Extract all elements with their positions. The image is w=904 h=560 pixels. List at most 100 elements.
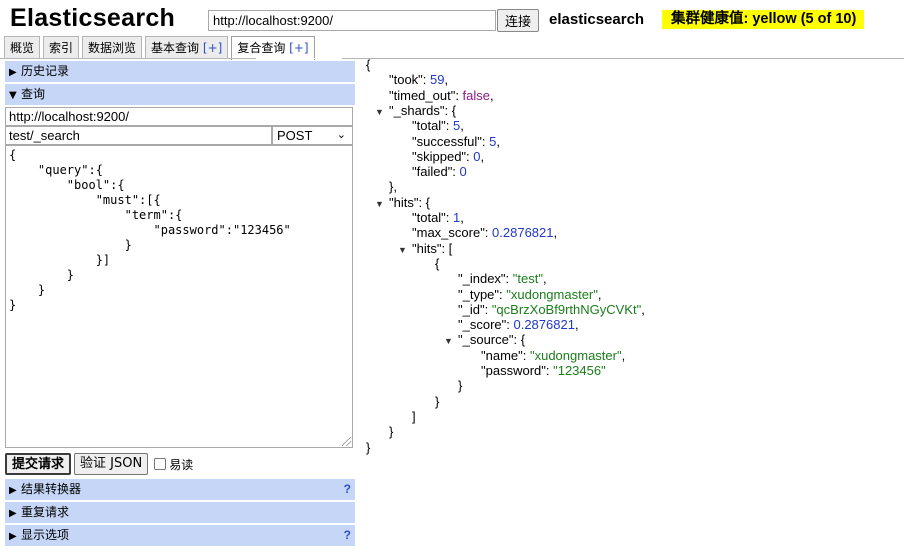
query-body-line: }]: [9, 253, 111, 267]
fold-toggle-icon[interactable]: ▼: [375, 105, 389, 120]
tab-plus[interactable]: [+]: [289, 41, 308, 55]
query-body-line: "query":{: [9, 163, 103, 177]
tab-indices[interactable]: 索引: [43, 36, 80, 59]
help-icon[interactable]: ?: [344, 525, 351, 546]
json-key: "successful":: [412, 133, 490, 149]
json-key: ,: [542, 271, 547, 287]
json-line: "total": 1,: [412, 210, 464, 225]
json-key: ,: [553, 225, 558, 241]
tab-browser[interactable]: 数据浏览: [82, 36, 143, 59]
tab-plus[interactable]: [+]: [203, 41, 222, 55]
json-line: "_index": "test",: [458, 271, 547, 286]
json-line: ▼ "hits": [: [398, 241, 452, 258]
query-body-line: }: [9, 238, 132, 252]
json-line: },: [389, 179, 397, 194]
section-label: 历史记录: [21, 64, 70, 78]
json-key: ,: [444, 72, 449, 88]
tab-label: 复合查询: [237, 41, 286, 55]
json-line: "password": "123456": [481, 363, 606, 378]
json-key: "timed_out":: [389, 87, 463, 103]
query-body-lines: { "query":{ "bool":{ "must":[{ "term":{ …: [9, 148, 349, 313]
json-line: "failed": 0: [412, 164, 467, 179]
json-key: {: [435, 255, 440, 271]
json-key: "hits": [: [412, 240, 453, 256]
tab-label: 基本查询: [151, 41, 200, 55]
tab-basic-query[interactable]: 基本查询 [+]: [145, 36, 229, 59]
connection-url-input[interactable]: [208, 10, 496, 31]
json-key: "failed":: [412, 164, 460, 180]
tab-bar: 概览 索引 数据浏览 基本查询 [+] 复合查询 [+]: [4, 36, 318, 60]
query-actions: 提交请求 验证 JSON 易读: [5, 453, 193, 475]
tab-label: 数据浏览: [88, 41, 137, 55]
help-icon[interactable]: ?: [344, 479, 351, 500]
json-key: ,: [496, 133, 501, 149]
json-key: ,: [574, 317, 579, 333]
json-key: "name":: [481, 347, 530, 363]
fold-toggle-icon[interactable]: ▼: [375, 197, 389, 212]
json-value: "xudongmaster": [529, 347, 622, 363]
json-value: 0: [459, 164, 467, 180]
json-key: "skipped":: [412, 148, 474, 164]
json-key: ,: [480, 148, 485, 164]
query-body-textarea[interactable]: { "query":{ "bool":{ "must":[{ "term":{ …: [5, 145, 353, 448]
section-label: 显示选项: [21, 528, 70, 542]
json-line: "timed_out": false,: [389, 88, 494, 103]
query-body-line: "term":{: [9, 208, 183, 222]
query-body-line: }: [9, 268, 75, 282]
query-body-line: "bool":{: [9, 178, 125, 192]
query-section-header[interactable]: ▼ 查询: [5, 84, 355, 105]
resize-handle[interactable]: [342, 437, 351, 446]
display-options-section-header[interactable]: ▶ 显示选项 ?: [5, 525, 355, 546]
tab-compound-query[interactable]: 复合查询 [+]: [231, 36, 315, 60]
json-line: "_score": 0.2876821,: [458, 317, 579, 332]
json-key: ,: [460, 210, 464, 225]
json-line: "skipped": 0,: [412, 149, 484, 164]
triangle-down-icon: ▼: [9, 90, 17, 101]
json-line: {: [366, 57, 370, 72]
json-line: }: [389, 424, 393, 439]
tab-overview[interactable]: 概览: [4, 36, 41, 59]
tab-label: 索引: [49, 41, 74, 55]
json-line: }: [458, 378, 462, 393]
pretty-checkbox[interactable]: [154, 458, 167, 470]
submit-request-button[interactable]: 提交请求: [5, 453, 72, 475]
connect-button[interactable]: 连接: [497, 9, 539, 32]
method-value: POST: [277, 128, 313, 143]
json-value: 0.2876821: [492, 225, 554, 241]
json-value: "xudongmaster": [506, 286, 598, 302]
fold-toggle-icon[interactable]: ▼: [398, 243, 412, 258]
json-key: "total":: [412, 118, 454, 134]
json-key: "max_score":: [412, 225, 493, 241]
request-path-field[interactable]: test/_search: [5, 126, 272, 145]
history-section-header[interactable]: ▶ 历史记录: [5, 61, 355, 82]
cluster-name: elasticsearch: [549, 11, 645, 28]
json-line: ]: [412, 409, 416, 424]
json-line: "_id": "qcBrzXoBf9rthNGyCVKt",: [458, 302, 645, 317]
json-line: "took": 59,: [389, 72, 448, 87]
tab-label: 概览: [10, 41, 35, 55]
json-line: {: [435, 256, 439, 271]
transformer-section-header[interactable]: ▶ 结果转换器 ?: [5, 479, 355, 500]
method-select[interactable]: POST ⌄: [272, 126, 353, 145]
json-key: ,: [460, 118, 464, 134]
server-url-field[interactable]: http://localhost:9200/: [5, 107, 353, 126]
fold-toggle-icon[interactable]: ▼: [444, 334, 458, 349]
json-value: "qcBrzXoBf9rthNGyCVKt": [491, 301, 642, 317]
json-line: }: [366, 440, 370, 455]
json-key: }: [389, 424, 394, 440]
active-tab-gap: [256, 58, 342, 59]
triangle-right-icon: ▶: [9, 508, 17, 519]
json-key: ,: [490, 87, 494, 103]
triangle-right-icon: ▶: [9, 67, 17, 78]
json-key: "total":: [412, 210, 454, 225]
json-key: }: [435, 393, 440, 409]
json-key: ]: [412, 408, 416, 424]
query-body-line: "must":[{: [9, 193, 161, 207]
json-key: "_index":: [458, 271, 513, 287]
json-key: }: [366, 439, 371, 455]
json-line: "total": 5,: [412, 118, 464, 133]
json-key: "_type":: [458, 286, 507, 302]
repeat-section-header[interactable]: ▶ 重复请求: [5, 502, 355, 523]
json-value: "123456": [553, 363, 606, 378]
validate-json-button[interactable]: 验证 JSON: [74, 453, 149, 475]
